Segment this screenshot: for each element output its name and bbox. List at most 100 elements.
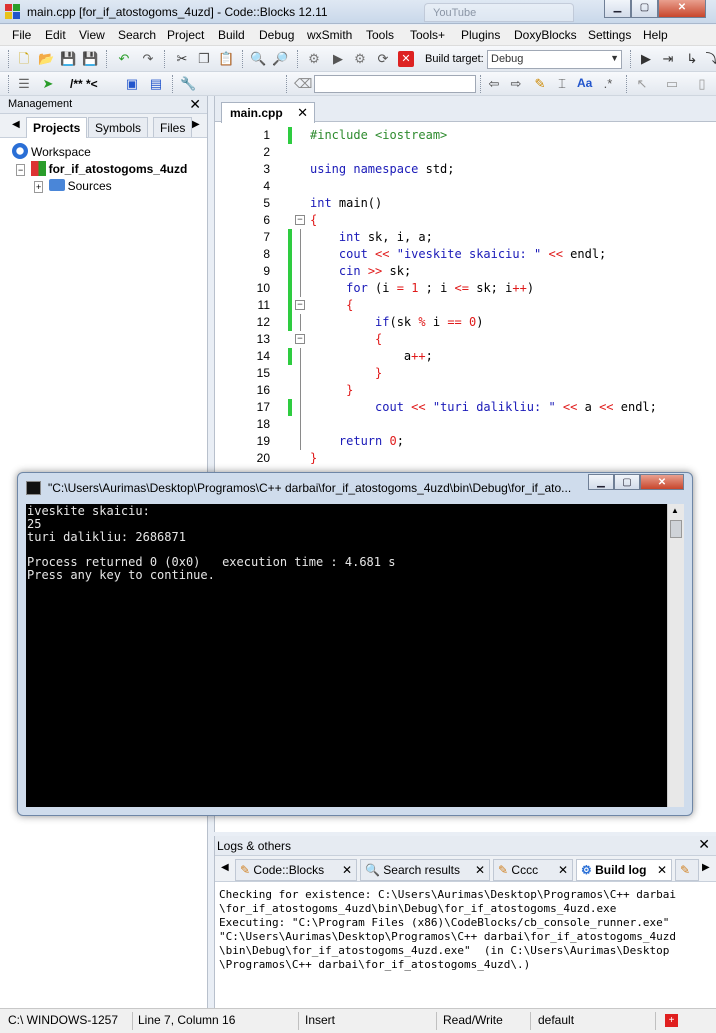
menu-wxsmith[interactable]: wxSmith: [307, 28, 352, 42]
fold-toggle-icon[interactable]: −: [295, 334, 305, 344]
expand-icon[interactable]: +: [34, 181, 44, 193]
menu-file[interactable]: File: [12, 28, 31, 42]
console-scrollbar[interactable]: ▲: [667, 504, 684, 807]
toolbar-grip[interactable]: [630, 50, 633, 68]
code-line[interactable]: 2: [215, 144, 716, 161]
fold-toggle-icon[interactable]: −: [295, 215, 305, 225]
code-line[interactable]: 8 cout << "iveskite skaiciu: " << endl;: [215, 246, 716, 263]
close-icon[interactable]: ✕: [558, 863, 568, 877]
highlight-icon[interactable]: ✎: [532, 76, 548, 92]
code-line[interactable]: 7 int sk, i, a;: [215, 229, 716, 246]
rectangle-icon[interactable]: ▭: [664, 76, 680, 92]
menu-view[interactable]: View: [79, 28, 105, 42]
code-line[interactable]: 1 #include <iostream>: [215, 127, 716, 144]
doxy-html-icon[interactable]: ▣: [124, 76, 140, 92]
menu-tools-plus[interactable]: Tools+: [410, 28, 445, 42]
open-folder-icon[interactable]: 📂: [38, 51, 54, 67]
tab-overflow[interactable]: ✎: [675, 859, 699, 881]
console-maximize-button[interactable]: ▢: [614, 474, 640, 490]
step-into-icon[interactable]: ⤵: [704, 51, 716, 67]
console-minimize-button[interactable]: ▁: [588, 474, 614, 490]
chevron-left-icon[interactable]: ◀: [221, 862, 229, 873]
tab-search-results[interactable]: 🔍 Search results ✕: [360, 859, 490, 881]
toolbar-grip[interactable]: [297, 50, 300, 68]
regex-icon[interactable]: .*: [600, 76, 616, 92]
debug-run-icon[interactable]: ▶: [638, 51, 654, 67]
close-icon[interactable]: ✕: [342, 863, 352, 877]
redo-icon[interactable]: ↷: [140, 51, 156, 67]
tab-files[interactable]: Files: [153, 117, 193, 137]
collapse-icon[interactable]: −: [16, 164, 26, 176]
abort-icon[interactable]: ✕: [398, 51, 414, 67]
chevron-right-icon[interactable]: ▶: [702, 862, 710, 873]
tab-main-cpp[interactable]: main.cpp ✕: [221, 102, 315, 123]
close-icon[interactable]: ✕: [698, 836, 710, 853]
replace-icon[interactable]: 🔎: [272, 51, 288, 67]
fold-toggle-icon[interactable]: −: [295, 300, 305, 310]
code-line[interactable]: 12 if(sk % i == 0): [215, 314, 716, 331]
menu-search[interactable]: Search: [118, 28, 156, 42]
stack-icon[interactable]: ☰: [16, 76, 32, 92]
code-line[interactable]: 5 int main(): [215, 195, 716, 212]
copy-icon[interactable]: ❐: [196, 51, 212, 67]
minimize-button[interactable]: ▁: [604, 0, 631, 18]
tab-symbols[interactable]: Symbols: [88, 117, 149, 137]
code-line[interactable]: 15 }: [215, 365, 716, 382]
scroll-up-icon[interactable]: ▲: [671, 506, 679, 515]
toolbar-grip[interactable]: [172, 75, 175, 93]
menu-doxyblocks[interactable]: DoxyBlocks: [514, 28, 577, 42]
scroll-thumb[interactable]: [670, 520, 682, 538]
code-line[interactable]: 13 − {: [215, 331, 716, 348]
toolbar-grip[interactable]: [626, 75, 629, 93]
cut-icon[interactable]: ✂: [174, 51, 190, 67]
console-close-button[interactable]: ✕: [640, 474, 684, 490]
toolbar-grip[interactable]: [480, 75, 483, 93]
code-line[interactable]: 4: [215, 178, 716, 195]
incremental-search-input[interactable]: [314, 75, 476, 93]
menu-debug[interactable]: Debug: [259, 28, 294, 42]
menu-plugins[interactable]: Plugins: [461, 28, 500, 42]
toolbar-grip[interactable]: [8, 50, 11, 68]
arrow-left-icon[interactable]: ⇦: [486, 76, 502, 92]
run-doxy-icon[interactable]: ➤: [40, 76, 56, 92]
pointer-icon[interactable]: ↖: [634, 76, 650, 92]
paste-icon[interactable]: 📋: [218, 51, 234, 67]
doxy-chm-icon[interactable]: ▤: [148, 76, 164, 92]
tab-build-log[interactable]: ⚙ Build log ✕: [576, 859, 672, 881]
close-icon[interactable]: ✕: [297, 105, 308, 121]
tree-item-workspace[interactable]: Workspace: [12, 143, 91, 159]
tab-codeblocks-log[interactable]: ✎ Code::Blocks ✕: [235, 859, 357, 881]
toolbar-grip[interactable]: [286, 75, 289, 93]
code-line[interactable]: 9 cin >> sk;: [215, 263, 716, 280]
arrow-right-icon[interactable]: ⇨: [508, 76, 524, 92]
code-line[interactable]: 16 }: [215, 382, 716, 399]
toolbar-grip[interactable]: [164, 50, 167, 68]
code-line[interactable]: 11 − {: [215, 297, 716, 314]
chevron-right-icon[interactable]: ▶: [192, 119, 200, 130]
tree-item-sources[interactable]: + Sources: [34, 179, 112, 193]
panel-icon[interactable]: ▯: [694, 76, 710, 92]
code-line[interactable]: 10 for (i = 1 ; i <= sk; i++): [215, 280, 716, 297]
code-line[interactable]: 6 −{: [215, 212, 716, 229]
code-line[interactable]: 18: [215, 416, 716, 433]
console-window[interactable]: "C:\Users\Aurimas\Desktop\Programos\C++ …: [17, 472, 693, 816]
menu-build[interactable]: Build: [218, 28, 245, 42]
background-browser-tab[interactable]: YouTube: [424, 3, 574, 22]
rebuild-icon[interactable]: ⟳: [375, 51, 391, 67]
menu-settings[interactable]: Settings: [588, 28, 631, 42]
close-icon[interactable]: ✕: [475, 863, 485, 877]
new-file-icon[interactable]: 🗋: [16, 51, 32, 67]
toolbar-grip[interactable]: [8, 75, 11, 93]
code-line[interactable]: 19 return 0;: [215, 433, 716, 450]
maximize-button[interactable]: ▢: [631, 0, 658, 18]
toolbar-grip[interactable]: [106, 50, 109, 68]
menu-project[interactable]: Project: [167, 28, 204, 42]
clear-search-icon[interactable]: ⌫: [294, 76, 312, 92]
find-icon[interactable]: 🔍: [250, 51, 266, 67]
save-all-icon[interactable]: 💾: [82, 51, 98, 67]
console-output-area[interactable]: iveskite skaiciu: 25 turi dalikliu: 2686…: [26, 504, 684, 807]
menu-help[interactable]: Help: [643, 28, 668, 42]
build-target-select[interactable]: Debug ▼: [487, 50, 622, 69]
save-icon[interactable]: 💾: [60, 51, 76, 67]
match-case-icon[interactable]: Aa: [577, 76, 592, 90]
